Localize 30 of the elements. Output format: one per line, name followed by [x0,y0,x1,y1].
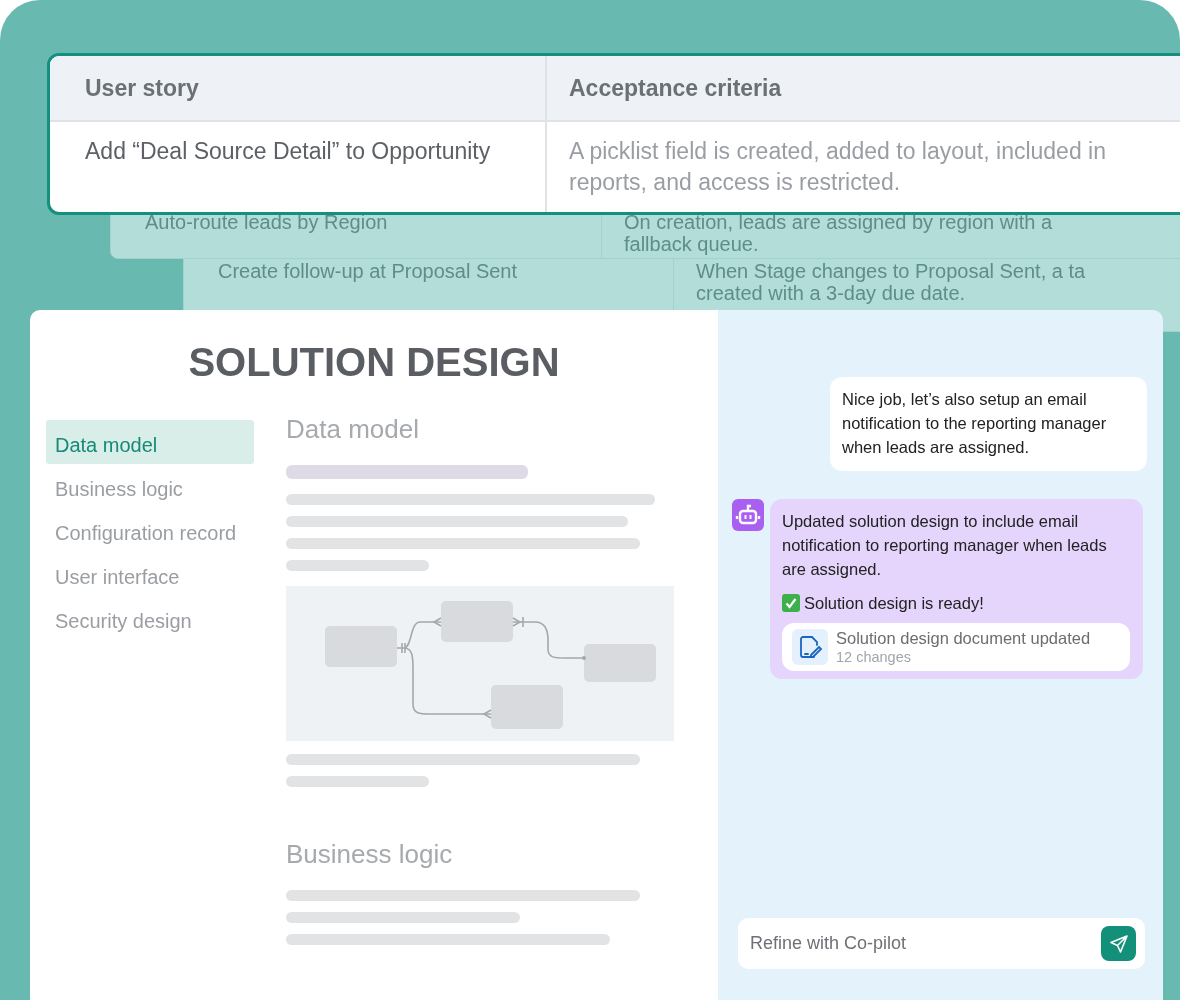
nav-item[interactable]: Configuration record [46,508,254,552]
document-card[interactable]: Solution design document updated 12 changes [782,623,1130,671]
send-button[interactable] [1101,926,1136,961]
section-heading: Business logic [286,839,454,870]
nav-item[interactable]: Data model [46,420,254,464]
column-header: Acceptance criteria [546,56,1180,121]
table-cell-text: Auto-route leads by Region [145,211,389,233]
nav-item[interactable]: Business logic [46,464,254,508]
document-title: Solution design document updated [836,628,1091,648]
status-text: Solution design is ready! [804,593,984,614]
message-field[interactable]: Refine with Co-pilot [738,918,1145,969]
send-icon [1108,933,1129,954]
table-cell: A picklist field is created, added to layout, included in reports, and access is restricted. [546,121,1180,212]
section-heading: Data model [286,414,420,445]
user-message: Nice job, let’s also setup an email notification to the reporting manager when leads are assigned. [830,377,1147,471]
message-text: Updated solution design to include email notification to reporting manager when leads are assigned. [782,511,1108,580]
table-cell-text: fallback queue. [624,233,760,255]
table-cell-text: When Stage changes to Proposal Sent, a ta [696,260,1087,282]
document-edit-icon [792,629,828,665]
table-cell-text: Create follow-up at Proposal Sent [218,260,519,282]
change-count: 12 changes [836,648,912,666]
table-cell-text: created with a 3-day due date. [696,282,967,304]
document-title: SOLUTION DESIGN [187,340,561,385]
check-icon [782,594,800,612]
nav-item[interactable]: User interface [46,552,254,596]
column-header: User story [50,56,546,121]
robot-icon [732,499,764,531]
nav-item[interactable]: Security design [46,596,254,640]
table-cell-text: On creation, leads are assigned by region with a [624,211,1054,233]
table-cell: Add “Deal Source Detail” to Opportunity [50,121,546,212]
